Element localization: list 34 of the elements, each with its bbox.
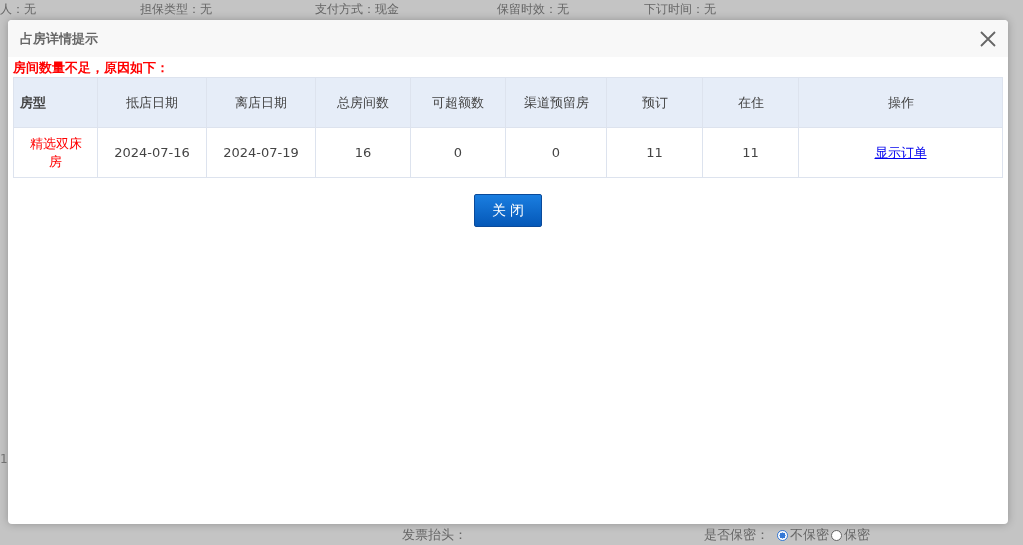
partial-text: 1	[0, 452, 9, 466]
column-header: 总房间数	[315, 77, 411, 128]
field-label: 下订时间：无	[644, 2, 716, 16]
column-header: 可超额数	[410, 77, 506, 128]
column-header: 渠道预留房	[505, 77, 607, 128]
field-label: 发票抬头：	[401, 526, 468, 544]
table-cell: 2024-07-16	[97, 127, 207, 178]
radio-button[interactable]	[831, 529, 842, 541]
close-button[interactable]: 关 闭	[474, 194, 542, 227]
column-header: 操作	[798, 77, 1003, 128]
radio-button[interactable]	[777, 529, 788, 541]
show-order-link[interactable]: 显示订单	[874, 144, 927, 160]
radio-label[interactable]: 保密	[844, 526, 870, 544]
column-header: 离店日期	[206, 77, 316, 128]
table-cell: 11	[606, 127, 703, 178]
field-label: 担保类型：无	[140, 2, 213, 16]
field-label: 支付方式：现金	[315, 2, 400, 16]
warning-text: 房间数量不足，原因如下：	[12, 59, 170, 76]
radio-label[interactable]: 不保密	[790, 526, 829, 544]
close-icon[interactable]	[980, 30, 996, 47]
dialog-title: 占房详情提示	[20, 29, 98, 48]
field-label: 人：无	[0, 2, 37, 16]
field-label: 保留时效：无	[497, 2, 570, 16]
column-header: 在住	[702, 77, 799, 128]
table-cell: 0	[410, 127, 506, 178]
column-header: 预订	[606, 77, 703, 128]
table-cell: 11	[702, 127, 799, 178]
table-cell: 16	[315, 127, 411, 178]
column-header: 房型	[13, 77, 98, 128]
table-cell: 0	[505, 127, 607, 178]
table-cell: 精选双床房	[13, 127, 98, 178]
column-header: 抵店日期	[97, 77, 207, 128]
table-cell: 2024-07-19	[206, 127, 316, 178]
field-label: 是否保密：	[704, 526, 769, 544]
